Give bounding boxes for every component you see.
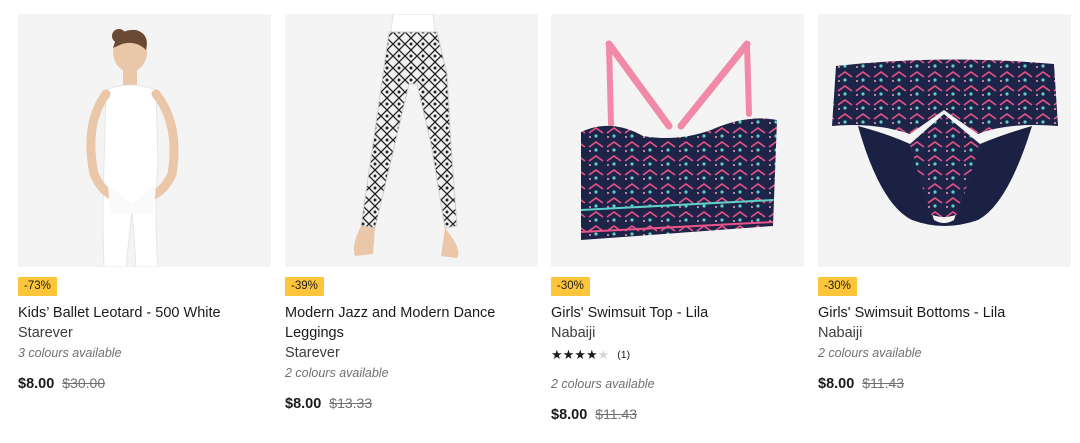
swimsuit-top-image [551, 14, 804, 267]
product-card[interactable]: -30% Girls' Swimsuit Top - Lila Nabaiji … [551, 14, 804, 423]
product-name[interactable]: Modern Jazz and Modern Dance Leggings [285, 303, 538, 343]
product-brand: Starever [18, 325, 73, 341]
discount-badge: -30% [551, 277, 590, 296]
current-price: $8.00 [551, 407, 588, 423]
colours-available: 3 colours available [18, 346, 122, 360]
rating[interactable]: ★★★★★ (1) [551, 345, 804, 365]
star-empty-icon: ★ [597, 347, 610, 362]
product-name[interactable]: Girls' Swimsuit Top - Lila [551, 303, 804, 323]
product-name[interactable]: Kids’ Ballet Leotard - 500 White [18, 303, 271, 323]
discount-badge: -39% [285, 277, 324, 296]
swimsuit-bottoms-image [818, 14, 1071, 267]
product-card[interactable]: -30% Girls' Swimsuit Bottoms - Lila Naba… [818, 14, 1071, 392]
product-image[interactable] [551, 14, 804, 267]
current-price: $8.00 [18, 376, 55, 392]
product-image[interactable] [18, 14, 271, 267]
price-row: $8.00 $11.43 [551, 406, 804, 423]
original-price: $13.33 [329, 395, 373, 411]
star-filled-icon: ★ [585, 347, 598, 362]
original-price: $30.00 [62, 375, 106, 391]
discount-badge: -73% [18, 277, 57, 296]
price-row: $8.00 $30.00 [18, 375, 271, 392]
product-brand: Nabaiji [551, 325, 596, 341]
rating-stars: ★★★★★ [551, 345, 609, 365]
current-price: $8.00 [285, 396, 322, 412]
dance-leggings-image [285, 14, 538, 267]
star-filled-icon: ★ [551, 347, 563, 362]
product-image[interactable] [285, 14, 538, 267]
product-grid: -73% Kids’ Ballet Leotard - 500 White St… [0, 0, 1080, 443]
original-price: $11.43 [595, 406, 638, 422]
star-filled-icon: ★ [562, 347, 575, 362]
product-name[interactable]: Girls' Swimsuit Bottoms - Lila [818, 303, 1071, 323]
price-row: $8.00 $13.33 [285, 395, 538, 412]
product-brand: Nabaiji [818, 325, 863, 341]
ballet-leotard-image [18, 14, 271, 267]
colours-available: 2 colours available [285, 366, 389, 380]
product-brand: Starever [285, 345, 340, 361]
price-row: $8.00 $11.43 [818, 375, 1071, 392]
product-image[interactable] [818, 14, 1071, 267]
star-filled-icon: ★ [574, 347, 586, 362]
product-card[interactable]: -39% Modern Jazz and Modern Dance Leggin… [285, 14, 538, 412]
original-price: $11.43 [862, 375, 905, 391]
current-price: $8.00 [818, 376, 855, 392]
review-count: (1) [617, 349, 631, 361]
product-card[interactable]: -73% Kids’ Ballet Leotard - 500 White St… [18, 14, 271, 392]
colours-available: 2 colours available [551, 377, 655, 391]
colours-available: 2 colours available [818, 346, 922, 360]
discount-badge: -30% [818, 277, 857, 296]
